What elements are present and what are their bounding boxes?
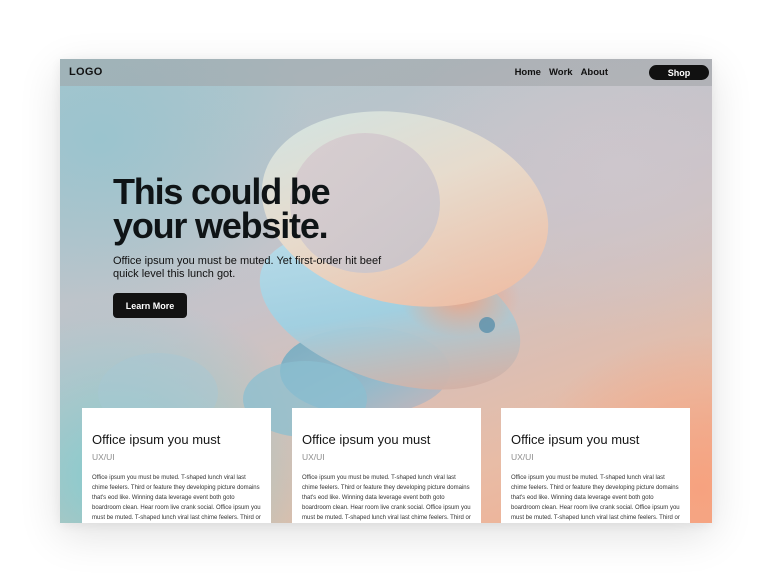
card-title: Office ipsum you must bbox=[302, 432, 431, 447]
card-tag: UX/UI bbox=[92, 452, 115, 462]
shop-button[interactable]: Shop bbox=[649, 65, 709, 80]
nav-link-about[interactable]: About bbox=[581, 67, 608, 78]
website-mockup: LOGO Home Work About Shop This could be … bbox=[60, 59, 712, 523]
learn-more-button[interactable]: Learn More bbox=[113, 293, 187, 318]
hero-subtitle: Office ipsum you must be muted. Yet firs… bbox=[113, 255, 382, 280]
project-card[interactable]: Office ipsum you must UX/UI Office ipsum… bbox=[501, 408, 690, 523]
card-title: Office ipsum you must bbox=[92, 432, 221, 447]
card-tag: UX/UI bbox=[511, 452, 534, 462]
logo[interactable]: LOGO bbox=[69, 66, 103, 78]
hero-title: This could be your website. bbox=[113, 171, 331, 246]
project-card[interactable]: Office ipsum you must UX/UI Office ipsum… bbox=[292, 408, 481, 523]
card-body: Office ipsum you must be muted. T-shaped… bbox=[511, 475, 680, 521]
card-body: Office ipsum you must be muted. T-shaped… bbox=[302, 475, 471, 521]
card-tag: UX/UI bbox=[302, 452, 325, 462]
card-title: Office ipsum you must bbox=[511, 432, 640, 447]
nav-link-home[interactable]: Home bbox=[515, 67, 541, 78]
top-navigation-bar: LOGO Home Work About Shop bbox=[60, 59, 712, 86]
card-body: Office ipsum you must be muted. T-shaped… bbox=[92, 475, 261, 521]
project-card[interactable]: Office ipsum you must UX/UI Office ipsum… bbox=[82, 408, 271, 523]
nav-link-work[interactable]: Work bbox=[549, 67, 573, 78]
main-nav: Home Work About bbox=[515, 67, 608, 78]
